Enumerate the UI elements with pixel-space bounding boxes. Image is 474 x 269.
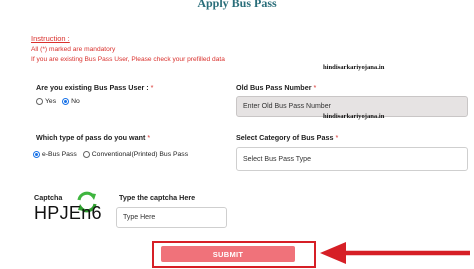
existing-user-radio-group: Yes No — [36, 98, 86, 105]
pass-type-label-text: Which type of pass do you want — [36, 133, 146, 142]
radio-button[interactable] — [62, 98, 70, 105]
radio-option-no[interactable]: No — [62, 98, 80, 105]
radio-label: e-Bus Pass — [42, 151, 77, 158]
category-select-value: Select Bus Pass Type — [243, 155, 311, 163]
radio-label: Yes — [45, 98, 57, 105]
radio-label: No — [71, 98, 80, 105]
captcha-label: Captcha — [34, 193, 63, 202]
captcha-code: HPJEn6 — [34, 203, 102, 223]
radio-label: Conventional(Printed) Bus Pass — [91, 151, 189, 158]
arrow-icon — [320, 242, 470, 264]
page-title: Apply Bus Pass — [197, 0, 277, 10]
watermark: hindisarkariyojana.in — [323, 64, 385, 71]
instruction-box: Instruction : All (*) marked are mandato… — [31, 34, 231, 70]
radio-option-conventional[interactable]: Conventional(Printed) Bus Pass — [82, 151, 189, 158]
radio-button[interactable] — [82, 151, 90, 158]
required-mark: * — [313, 83, 317, 92]
old-pass-label-text: Old Bus Pass Number — [236, 83, 312, 92]
captcha-input[interactable]: Type Here — [116, 207, 227, 228]
instruction-title: Instruction : — [31, 34, 70, 43]
radio-button[interactable] — [36, 98, 43, 105]
captcha-input-label: Type the captcha Here — [119, 193, 196, 202]
old-pass-label: Old Bus Pass Number * — [236, 83, 316, 92]
pass-type-label: Which type of pass do you want * — [36, 133, 150, 142]
radio-option-e-bus-pass[interactable]: e-Bus Pass — [33, 151, 77, 158]
existing-user-label: Are you existing Bus Pass User : * — [36, 83, 153, 92]
category-label-text: Select Category of Bus Pass — [236, 133, 334, 142]
radio-option-yes[interactable]: Yes — [36, 98, 56, 105]
required-mark: * — [150, 83, 154, 92]
required-mark: * — [335, 133, 339, 142]
instruction-line: All (*) marked are mandatory — [31, 46, 116, 53]
category-label: Select Category of Bus Pass * — [236, 133, 338, 142]
captcha-input-placeholder: Type Here — [123, 214, 156, 221]
old-pass-placeholder: Enter Old Bus Pass Number — [243, 103, 331, 110]
required-mark: * — [147, 133, 151, 142]
category-select[interactable]: Select Bus Pass Type — [236, 147, 468, 171]
instruction-line: If you are existing Bus Pass User, Pleas… — [31, 56, 225, 63]
radio-button[interactable] — [33, 151, 40, 158]
existing-user-label-text: Are you existing Bus Pass User : — [36, 83, 149, 92]
submit-button[interactable]: SUBMIT — [161, 246, 295, 262]
watermark: hindisarkariyojana.in — [323, 113, 385, 120]
pass-type-radio-group: e-Bus Pass Conventional(Printed) Bus Pas… — [33, 151, 194, 158]
